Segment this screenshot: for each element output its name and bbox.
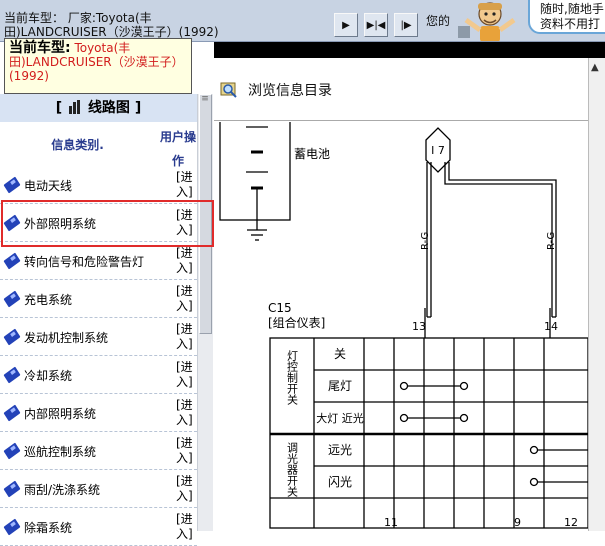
enter-link[interactable]: [进入] [176, 436, 198, 466]
bottom-pin-9: 9 [514, 516, 521, 529]
splitter-grip[interactable]: ≡ [199, 94, 211, 104]
browse-directory-label[interactable]: 浏览信息目录 [248, 80, 332, 100]
col-category-header: 信息类别. [51, 138, 104, 152]
pin-right-label: 14 [544, 320, 558, 333]
skip-button[interactable]: ▶|◀ [364, 13, 388, 37]
list-item-label[interactable]: 电动天线 [24, 177, 72, 194]
list-item-label[interactable]: 巡航控制系统 [24, 443, 96, 460]
list-item[interactable]: 转向信号和危险警告灯 [进入] [0, 242, 197, 280]
browse-icon[interactable] [220, 80, 238, 98]
link-icon [3, 480, 21, 498]
link-icon [3, 176, 21, 194]
link-icon [3, 366, 21, 384]
list-item[interactable]: 发动机控制系统 [进入] [0, 318, 197, 356]
list-item[interactable]: 电动天线 [进入] [0, 166, 197, 204]
high-beam-contact [529, 445, 539, 455]
link-icon [3, 252, 21, 270]
list-item[interactable]: 冷却系统 [进入] [0, 356, 197, 394]
list-item[interactable]: 充电系统 [进入] [0, 280, 197, 318]
list-item-label[interactable]: 发动机控制系统 [24, 329, 108, 346]
current-model-line: 当前车型： 厂家:Toyota(丰田)LANDCRUISER（沙漠王子）(199… [4, 11, 219, 39]
wire-label-left: R-G [420, 232, 431, 250]
position-low-beam: 大灯 近光 [316, 411, 364, 425]
scroll-up-icon[interactable]: ▲ [591, 62, 599, 73]
routes-header: [ 线路图 ] [0, 94, 197, 122]
enter-link[interactable]: [进入] [176, 322, 198, 352]
enter-link[interactable]: [进入] [176, 512, 198, 542]
position-high-beam: 远光 [328, 443, 352, 457]
position-off: 关 [334, 347, 346, 361]
selected-item-highlight [1, 200, 214, 247]
routes-title: 线路图 [87, 100, 130, 116]
battery-label: 蓄电池 [294, 147, 330, 161]
bottom-pin-12: 12 [564, 516, 578, 529]
flash-contact [529, 477, 539, 487]
battery-frame [219, 122, 291, 221]
enter-link[interactable]: [进入] [176, 398, 198, 428]
link-icon [3, 404, 21, 422]
switch-group-1-label: 灯控制开关 [286, 350, 299, 406]
model-info-box: 当前车型: Toyota(丰田)LANDCRUISER（沙漠王子）(1992) [4, 38, 192, 94]
wiring-diagram: 蓄电池 I 7 R-G R-G C15 [组合仪表] 13 14 灯控制开关 调… [219, 122, 588, 529]
last-button[interactable]: |▶ [394, 13, 418, 37]
list-item-label[interactable]: 除霜系统 [24, 519, 72, 536]
low-beam-contact-b [459, 413, 469, 423]
left-panel: [ 线路图 ] 信息类别. 用户操作 电动天线 [进入] 外部照明系统 [进入] 转向信… [0, 94, 213, 546]
component-code: C15 [268, 301, 292, 315]
list-item-label[interactable]: 雨刮/洗涤系统 [24, 481, 100, 498]
position-tail: 尾灯 [328, 379, 352, 393]
bracket-left: [ [55, 100, 63, 116]
list-item-label[interactable]: 充电系统 [24, 291, 72, 308]
right-panel: 浏览信息目录 ▲ 蓄电池 I 7 R-G R-G C15 [组合仪表] 13 1… [214, 42, 605, 531]
enter-link[interactable]: [进入] [176, 246, 198, 276]
bottom-pin-11: 11 [384, 516, 398, 529]
tip-bubble: 随时,随地手 资料不用打 [528, 0, 605, 34]
wire-right-a [444, 162, 553, 317]
enter-link[interactable]: [进入] [176, 360, 198, 390]
enter-link[interactable]: [进入] [176, 474, 198, 504]
link-icon [3, 518, 21, 536]
bracket-right: ] [134, 100, 142, 116]
list-item[interactable]: 内部照明系统 [进入] [0, 394, 197, 432]
mascot-icon [458, 2, 516, 41]
chart-icon [69, 100, 81, 114]
tail-contact-a [399, 381, 409, 391]
list-item-label[interactable]: 冷却系统 [24, 367, 72, 384]
column-header: 信息类别. 用户操作 [0, 122, 197, 168]
link-icon [3, 442, 21, 460]
wire-label-right: R-G [546, 232, 557, 250]
enter-link[interactable]: [进入] [176, 170, 198, 200]
list-item[interactable]: 雨刮/洗涤系统 [进入] [0, 470, 197, 508]
link-icon [3, 290, 21, 308]
connector-label: I 7 [431, 144, 445, 157]
list-item-label[interactable]: 转向信号和危险警告灯 [24, 253, 144, 270]
low-beam-contact-a [399, 413, 409, 423]
wire-right-b [448, 162, 557, 317]
link-icon [3, 328, 21, 346]
list-item[interactable]: 巡航控制系统 [进入] [0, 432, 197, 470]
list-item-label[interactable]: 内部照明系统 [24, 405, 96, 422]
next-button[interactable]: ▶ [334, 13, 358, 37]
position-flash: 闪光 [328, 475, 352, 489]
switch-group-2-label: 调光器开关 [286, 442, 299, 498]
left-scrollbar[interactable] [197, 94, 213, 531]
enter-link[interactable]: [进入] [176, 284, 198, 314]
viewer-title-bar [214, 42, 605, 58]
component-name: [组合仪表] [268, 315, 325, 330]
top-bar: 当前车型： 厂家:Toyota(丰田)LANDCRUISER（沙漠王子）(199… [0, 0, 605, 42]
viewer-toolbar: 浏览信息目录 [214, 58, 605, 121]
list-item[interactable]: 除霜系统 [进入] [0, 508, 197, 546]
help-caption: 您的 [426, 14, 451, 28]
pin-left-label: 13 [412, 320, 426, 333]
model-info-label: 当前车型: [9, 40, 71, 56]
right-scrollbar[interactable]: ▲ [588, 58, 605, 531]
tail-contact-b [459, 381, 469, 391]
